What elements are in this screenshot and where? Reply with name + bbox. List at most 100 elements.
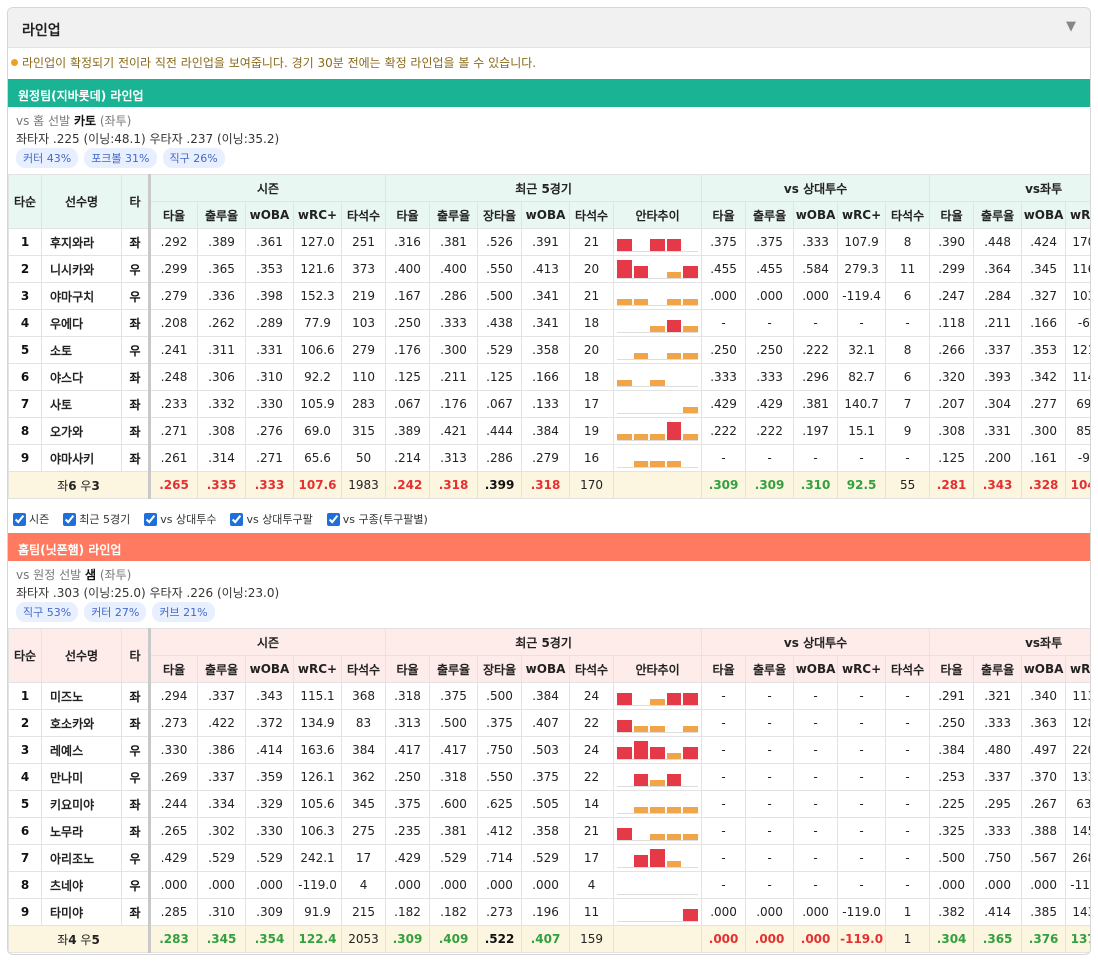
filter-vs-arm-checkbox[interactable]	[230, 512, 244, 526]
vs-pitcher-stat: -	[745, 844, 795, 872]
trend-bar	[617, 747, 632, 759]
vs-lhp-stat: .000	[1021, 871, 1067, 899]
col-trend: 안타추이	[613, 655, 703, 683]
batting-order: 8	[8, 871, 42, 899]
filter-season[interactable]: 시즌	[13, 511, 49, 527]
total-recent-stat: .399	[477, 471, 523, 499]
player-name[interactable]: 소토	[41, 336, 122, 364]
filter-vs-pitcher[interactable]: vs 상대투수	[144, 511, 216, 527]
filter-vs-arm[interactable]: vs 상대투구팔	[230, 511, 313, 527]
player-name[interactable]: 아리조노	[41, 844, 122, 872]
bat-hand: 우	[121, 282, 150, 310]
season-stat: 105.9	[293, 390, 342, 418]
col-name: 선수명	[41, 628, 122, 683]
total-vs-pitcher-stat: .309	[701, 471, 747, 499]
player-name[interactable]: 미즈노	[41, 682, 122, 710]
col-avg: 타율	[929, 201, 975, 229]
player-name[interactable]: 츠네야	[41, 871, 122, 899]
trend-bar	[666, 353, 682, 359]
player-row[interactable]: 4 만나미 우 .269.337.359 126.1 362.250.318.550.37…	[8, 763, 1090, 791]
recent-stat: 21	[569, 282, 615, 310]
player-row[interactable]: 2 니시카와 우 .299.365.353 121.6 373.400.400.550.4…	[8, 255, 1090, 283]
vs-lhp-stat: .125	[929, 444, 975, 472]
trend-bar	[666, 239, 682, 251]
player-row[interactable]: 6 노무라 좌 .265.302.330 106.3 275.235.381.412.35…	[8, 817, 1090, 845]
recent-stat: .400	[385, 255, 431, 283]
player-row[interactable]: 3 야마구치 우 .279.336.398 152.3 219.167.286.500.3…	[8, 282, 1090, 310]
away-team-banner: 원정팀(지바롯데) 라인업	[8, 79, 1090, 107]
player-name[interactable]: 키요미야	[41, 790, 122, 818]
bat-hand: 좌	[121, 444, 150, 472]
player-row[interactable]: 1 미즈노 좌 .294.337.343 115.1 368.318.375.500.38…	[8, 682, 1090, 710]
vs-lhp-stat: .299	[929, 255, 975, 283]
player-name[interactable]: 노무라	[41, 817, 122, 845]
player-name[interactable]: 야마사키	[41, 444, 122, 472]
vs-lhp-stat: .291	[929, 682, 975, 710]
player-name[interactable]: 후지와라	[41, 228, 122, 256]
player-row[interactable]: 1 후지와라 좌 .292.389.361 127.0 251.316.381.526.3…	[8, 228, 1090, 256]
recent-stat: 22	[569, 763, 615, 791]
lineup-header[interactable]: 라인업 ▼	[8, 8, 1090, 48]
vs-pitcher-stat: .197	[793, 417, 839, 445]
player-name[interactable]: 우에다	[41, 309, 122, 337]
player-row[interactable]: 7 아리조노 우 .429.529.529 242.1 17.429.529.714.52…	[8, 844, 1090, 872]
recent-stat: .375	[429, 682, 479, 710]
player-name[interactable]: 만나미	[41, 763, 122, 791]
player-row[interactable]: 6 야스다 좌 .248.306.310 92.2 110.125.211.125.166…	[8, 363, 1090, 391]
player-name[interactable]: 야마구치	[41, 282, 122, 310]
collapse-icon[interactable]: ▼	[1066, 19, 1076, 34]
player-row[interactable]: 2 호소카와 좌 .273.422.372 134.9 83.313.500.375.40…	[8, 709, 1090, 737]
player-row[interactable]: 8 츠네야 우 .000.000.000 -119.0 4.000.000.000.000…	[8, 871, 1090, 899]
filter-recent5-checkbox[interactable]	[63, 512, 77, 526]
filter-vs-pitchtype-checkbox[interactable]	[326, 512, 340, 526]
vs-pitcher-stat: -	[793, 790, 839, 818]
filter-label: 시즌	[29, 513, 50, 526]
player-name[interactable]: 타미야	[41, 898, 122, 926]
filter-vs-pitcher-checkbox[interactable]	[144, 512, 158, 526]
away-lineup-table-wrap[interactable]: 타순 선수명 타 시즌 최근 5경기 vs 상대투수 vs좌투 타율 출루율 wOBA wRC+ 타석…	[8, 174, 1090, 499]
vs-lhp-stat: .247	[929, 282, 975, 310]
vs-lhp-stat: .118	[929, 309, 975, 337]
season-stat: .422	[197, 709, 246, 737]
home-lineup-table-wrap[interactable]: 타순 선수명 타 시즌 최근 5경기 vs 상대투수 vs좌투 타율 출루율 wOBA wRC+ 타석…	[8, 628, 1090, 953]
recent-stat: .333	[429, 309, 479, 337]
player-row[interactable]: 5 소토 우 .241.311.331 106.6 279.176.300.529.358…	[8, 336, 1090, 364]
player-row[interactable]: 8 오가와 좌 .271.308.276 69.0 315.389.421.444.384…	[8, 417, 1090, 445]
batting-order: 1	[8, 682, 42, 710]
player-row[interactable]: 4 우에다 좌 .208.262.289 77.9 103.250.333.438.341…	[8, 309, 1090, 337]
vs-pitcher-stat: -	[837, 444, 887, 472]
recent-stat: .412	[477, 817, 523, 845]
player-name[interactable]: 니시카와	[41, 255, 122, 283]
total-vs-lhp-stat: .328	[1021, 471, 1067, 499]
vs-lhp-stat: 69.7	[1065, 390, 1090, 418]
player-row[interactable]: 9 야마사키 좌 .261.314.271 65.6 50.214.313.286.279…	[8, 444, 1090, 472]
season-stat: .308	[197, 417, 246, 445]
recent-stat: .389	[385, 417, 431, 445]
trend-bar	[666, 753, 682, 759]
recent-stat: 16	[569, 444, 615, 472]
recent-stat: .500	[477, 682, 523, 710]
filter-recent5[interactable]: 최근 5경기	[63, 511, 130, 527]
season-stat: .285	[148, 898, 198, 926]
player-name[interactable]: 야스다	[41, 363, 122, 391]
player-name[interactable]: 사토	[41, 390, 122, 418]
player-row[interactable]: 5 키요미야 좌 .244.334.329 105.6 345.375.600.625.5…	[8, 790, 1090, 818]
filter-vs-pitchtype[interactable]: vs 구종(투구팔별)	[326, 511, 428, 527]
player-row[interactable]: 9 타미야 좌 .285.310.309 91.9 215.182.182.273.196…	[8, 898, 1090, 926]
total-label: 좌	[57, 932, 69, 947]
recent-stat: .067	[385, 390, 431, 418]
recent-stat: .375	[385, 790, 431, 818]
recent-stat: .407	[521, 709, 571, 737]
recent-stat: .182	[385, 898, 431, 926]
filter-season-checkbox[interactable]	[13, 512, 26, 526]
player-row[interactable]: 3 레예스 우 .330.386.414 163.6 384.417.417.750.50…	[8, 736, 1090, 764]
vs-lhp-stat: .497	[1021, 736, 1067, 764]
recent-stat: .503	[521, 736, 571, 764]
recent-stat: .000	[429, 871, 479, 899]
player-name[interactable]: 오가와	[41, 417, 122, 445]
player-row[interactable]: 7 사토 좌 .233.332.330 105.9 283.067.176.067.133…	[8, 390, 1090, 418]
recent-stat: 21	[569, 228, 615, 256]
batting-order: 3	[8, 282, 42, 310]
player-name[interactable]: 호소카와	[41, 709, 122, 737]
player-name[interactable]: 레예스	[41, 736, 122, 764]
